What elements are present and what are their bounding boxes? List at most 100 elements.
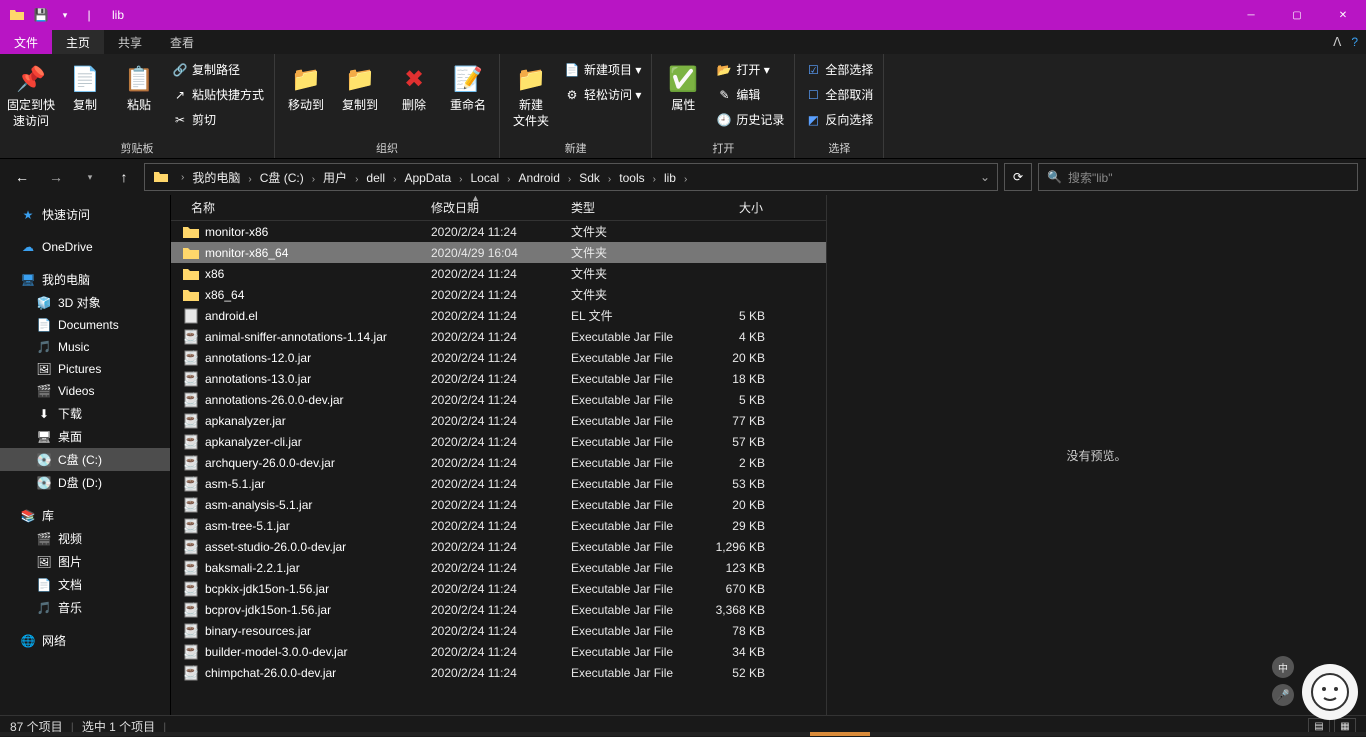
col-date[interactable]: 修改日期	[431, 199, 571, 216]
breadcrumb-item[interactable]: 我的电脑	[188, 171, 244, 185]
chevron-right-icon[interactable]: ›	[680, 174, 691, 185]
breadcrumb-item[interactable]: dell	[362, 171, 389, 185]
sidebar-item[interactable]: 🖥我的电脑	[0, 268, 170, 291]
sidebar-item[interactable]: 🎵音乐	[0, 596, 170, 619]
menu-home[interactable]: 主页	[52, 30, 104, 54]
minimize-button[interactable]: ─	[1228, 0, 1274, 30]
menu-share[interactable]: 共享	[104, 30, 156, 54]
new-folder-button[interactable]: 📁新建 文件夹	[506, 58, 556, 129]
file-row[interactable]: ☕asm-analysis-5.1.jar2020/2/24 11:24Exec…	[171, 494, 826, 515]
search-input[interactable]: 🔍 搜索"lib"	[1038, 163, 1358, 191]
new-item-button[interactable]: 📄新建项目 ▾	[560, 58, 645, 81]
breadcrumb-item[interactable]: 用户	[319, 171, 351, 185]
breadcrumb-item[interactable]: Local	[466, 171, 503, 185]
breadcrumb-item[interactable]: Sdk	[575, 171, 604, 185]
sidebar-item[interactable]: ☁OneDrive	[0, 236, 170, 258]
file-row[interactable]: ☕bcprov-jdk15on-1.56.jar2020/2/24 11:24E…	[171, 599, 826, 620]
open-button[interactable]: 📂打开 ▾	[712, 58, 788, 81]
dropdown-icon[interactable]: ▾	[56, 6, 74, 24]
nav-recent[interactable]: ▾	[76, 163, 104, 191]
maximize-button[interactable]: ▢	[1274, 0, 1320, 30]
sidebar-item[interactable]: 💽D盘 (D:)	[0, 471, 170, 494]
mic-indicator[interactable]: 🎤	[1272, 684, 1294, 706]
copy-button[interactable]: 📄复制	[60, 58, 110, 114]
delete-button[interactable]: ✖删除	[389, 58, 439, 114]
chevron-right-icon[interactable]: ›	[503, 174, 514, 185]
file-row[interactable]: ☕apkanalyzer.jar2020/2/24 11:24Executabl…	[171, 410, 826, 431]
history-button[interactable]: 🕘历史记录	[712, 108, 788, 131]
sidebar-item[interactable]: 🖼图片	[0, 550, 170, 573]
file-row[interactable]: ☕builder-model-3.0.0-dev.jar2020/2/24 11…	[171, 641, 826, 662]
nav-forward[interactable]: →	[42, 163, 70, 191]
file-row[interactable]: ☕annotations-13.0.jar2020/2/24 11:24Exec…	[171, 368, 826, 389]
col-name[interactable]: 名称	[171, 199, 431, 216]
copy-path-button[interactable]: 🔗复制路径	[168, 58, 268, 81]
chevron-right-icon[interactable]: ›	[351, 174, 362, 185]
chevron-right-icon[interactable]: ›	[649, 174, 660, 185]
refresh-button[interactable]: ⟳	[1004, 163, 1032, 191]
move-to-button[interactable]: 📁移动到	[281, 58, 331, 114]
sidebar-item[interactable]: 🎬Videos	[0, 380, 170, 402]
file-row[interactable]: monitor-x862020/2/24 11:24文件夹	[171, 221, 826, 242]
nav-up[interactable]: ↑	[110, 163, 138, 191]
nav-back[interactable]: ←	[8, 163, 36, 191]
chevron-right-icon[interactable]: ›	[455, 174, 466, 185]
sidebar-item[interactable]: 📚库	[0, 504, 170, 527]
file-row[interactable]: x86_642020/2/24 11:24文件夹	[171, 284, 826, 305]
file-row[interactable]: ☕asm-tree-5.1.jar2020/2/24 11:24Executab…	[171, 515, 826, 536]
select-all-button[interactable]: ☑全部选择	[801, 58, 877, 81]
file-row[interactable]: monitor-x86_642020/4/29 16:04文件夹	[171, 242, 826, 263]
chevron-right-icon[interactable]: ›	[308, 174, 319, 185]
file-row[interactable]: ☕annotations-26.0.0-dev.jar2020/2/24 11:…	[171, 389, 826, 410]
invert-selection-button[interactable]: ◩反向选择	[801, 108, 877, 131]
file-row[interactable]: ☕asset-studio-26.0.0-dev.jar2020/2/24 11…	[171, 536, 826, 557]
chevron-right-icon[interactable]: ›	[244, 174, 255, 185]
chevron-right-icon[interactable]: ›	[177, 172, 188, 183]
paste-shortcut-button[interactable]: ↗粘贴快捷方式	[168, 83, 268, 106]
file-row[interactable]: ☕binary-resources.jar2020/2/24 11:24Exec…	[171, 620, 826, 641]
sidebar-item[interactable]: 🧊3D 对象	[0, 291, 170, 314]
file-row[interactable]: android.el2020/2/24 11:24EL 文件5 KB	[171, 305, 826, 326]
sidebar-item[interactable]: ★快速访问	[0, 203, 170, 226]
ime-indicator[interactable]: 中	[1272, 656, 1294, 678]
paste-button[interactable]: 📋粘贴	[114, 58, 164, 114]
sidebar-item[interactable]: ⬇下载	[0, 402, 170, 425]
breadcrumb-item[interactable]: tools	[615, 171, 648, 185]
file-row[interactable]: ☕annotations-12.0.jar2020/2/24 11:24Exec…	[171, 347, 826, 368]
address-bar[interactable]: › 我的电脑›C盘 (C:)›用户›dell›AppData›Local›And…	[144, 163, 998, 191]
file-row[interactable]: ☕apkanalyzer-cli.jar2020/2/24 11:24Execu…	[171, 431, 826, 452]
cut-button[interactable]: ✂剪切	[168, 108, 268, 131]
file-row[interactable]: ☕baksmali-2.2.1.jar2020/2/24 11:24Execut…	[171, 557, 826, 578]
save-icon[interactable]: 💾	[32, 6, 50, 24]
pin-button[interactable]: 📌固定到快 速访问	[6, 58, 56, 129]
breadcrumb-item[interactable]: Android	[515, 171, 564, 185]
breadcrumb-item[interactable]: lib	[660, 171, 680, 185]
sidebar-item[interactable]: 🎬视频	[0, 527, 170, 550]
sidebar-item[interactable]: 📄文档	[0, 573, 170, 596]
ribbon-collapse-icon[interactable]: ᐱ	[1333, 35, 1341, 49]
sidebar-item[interactable]: 💽C盘 (C:)	[0, 448, 170, 471]
breadcrumb-item[interactable]: AppData	[400, 171, 455, 185]
col-size[interactable]: 大小	[691, 199, 771, 216]
file-row[interactable]: ☕asm-5.1.jar2020/2/24 11:24Executable Ja…	[171, 473, 826, 494]
easy-access-button[interactable]: ⚙轻松访问 ▾	[560, 83, 645, 106]
close-button[interactable]: ✕	[1320, 0, 1366, 30]
file-row[interactable]: ☕archquery-26.0.0-dev.jar2020/2/24 11:24…	[171, 452, 826, 473]
menu-view[interactable]: 查看	[156, 30, 208, 54]
chevron-right-icon[interactable]: ›	[564, 174, 575, 185]
chevron-right-icon[interactable]: ›	[604, 174, 615, 185]
sidebar-item[interactable]: 🖥桌面	[0, 425, 170, 448]
address-dropdown[interactable]: ⌄	[973, 170, 997, 184]
chevron-right-icon[interactable]: ›	[389, 174, 400, 185]
menu-file[interactable]: 文件	[0, 30, 52, 54]
help-icon[interactable]: ?	[1351, 35, 1358, 49]
rename-button[interactable]: 📝重命名	[443, 58, 493, 114]
sidebar-item[interactable]: 🖼Pictures	[0, 358, 170, 380]
properties-button[interactable]: ✅属性	[658, 58, 708, 114]
copy-to-button[interactable]: 📁复制到	[335, 58, 385, 114]
assistant-character[interactable]	[1302, 664, 1358, 720]
file-row[interactable]: ☕animal-sniffer-annotations-1.14.jar2020…	[171, 326, 826, 347]
breadcrumb-item[interactable]: C盘 (C:)	[256, 171, 308, 185]
sidebar-item[interactable]: 🌐网络	[0, 629, 170, 652]
col-type[interactable]: 类型	[571, 199, 691, 216]
